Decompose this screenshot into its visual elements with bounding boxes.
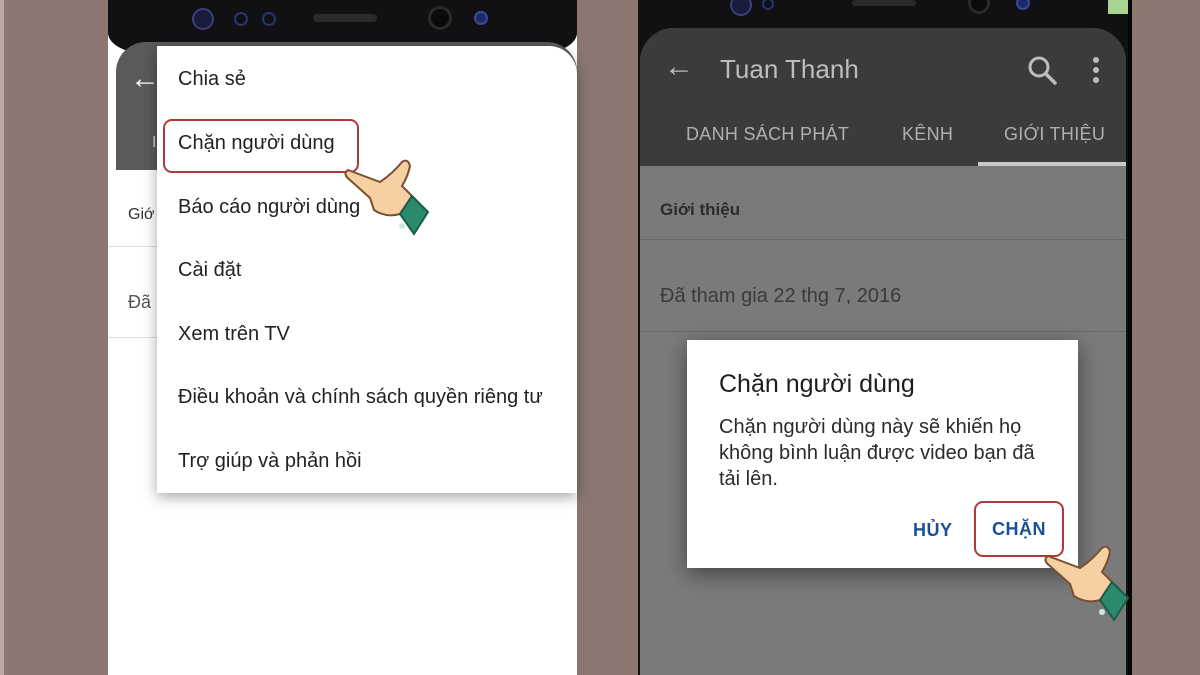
menu-item-watch-on-tv[interactable]: Xem trên TV bbox=[178, 323, 290, 346]
sensor-icon bbox=[762, 0, 774, 10]
pointing-hand-icon bbox=[344, 159, 430, 236]
sensor-icon bbox=[474, 11, 488, 25]
menu-item-terms-privacy[interactable]: Điều khoản và chính sách quyền riêng tư bbox=[178, 386, 543, 409]
active-tab-indicator bbox=[978, 162, 1126, 166]
tab-channels[interactable]: KÊNH bbox=[902, 124, 953, 145]
back-arrow-icon[interactable]: ← bbox=[130, 64, 160, 94]
dialog-message: Chặn người dùng này sẽ khiến họ không bì… bbox=[719, 416, 1035, 490]
more-vert-icon[interactable] bbox=[1088, 54, 1104, 86]
joined-date: Đã tham gia 22 thg 7, 2016 bbox=[660, 285, 902, 307]
dialog-title: Chặn người dùng bbox=[719, 370, 915, 398]
divider bbox=[640, 331, 1126, 332]
speaker-grille bbox=[313, 14, 377, 22]
back-arrow-icon[interactable]: ← bbox=[664, 52, 694, 82]
channel-title: Tuan Thanh bbox=[720, 54, 859, 84]
tab-playlists[interactable]: DANH SÁCH PHÁT bbox=[686, 124, 849, 145]
menu-item-settings[interactable]: Cài đặt bbox=[178, 259, 241, 282]
camera-icon bbox=[428, 6, 452, 30]
camera-icon bbox=[968, 0, 990, 14]
tab-partial: I bbox=[152, 134, 157, 151]
sensor-icon bbox=[192, 8, 214, 30]
app-bar bbox=[640, 28, 1126, 166]
overflow-menu: Chia sẻ Chặn người dùng Báo cáo người dù… bbox=[157, 46, 577, 493]
sensor-icon bbox=[730, 0, 752, 16]
frame-edge bbox=[0, 0, 4, 675]
tab-about[interactable]: GIỚI THIỆU bbox=[1004, 124, 1105, 145]
sensor-icon bbox=[1016, 0, 1030, 10]
pointing-hand-icon bbox=[1044, 545, 1130, 622]
about-section-title: Giới thiệu bbox=[660, 200, 741, 219]
menu-item-help-feedback[interactable]: Trợ giúp và phản hồi bbox=[178, 450, 362, 473]
block-user-dialog: Chặn người dùng Chặn người dùng này sẽ k… bbox=[687, 340, 1078, 568]
speaker-grille bbox=[852, 0, 916, 6]
menu-item-block-user[interactable]: Chặn người dùng bbox=[178, 132, 335, 155]
menu-item-report-user[interactable]: Báo cáo người dùng bbox=[178, 196, 360, 219]
divider bbox=[640, 239, 1126, 240]
joined-text: Đã bbox=[128, 292, 152, 312]
bezel-accent bbox=[1108, 0, 1128, 14]
menu-item-share[interactable]: Chia sẻ bbox=[178, 68, 246, 91]
search-icon[interactable] bbox=[1026, 54, 1058, 86]
sensor-icon bbox=[262, 12, 276, 26]
about-section-title: Giớ bbox=[128, 206, 155, 223]
cancel-button[interactable]: HỦY bbox=[913, 520, 953, 541]
sensor-icon bbox=[234, 12, 248, 26]
